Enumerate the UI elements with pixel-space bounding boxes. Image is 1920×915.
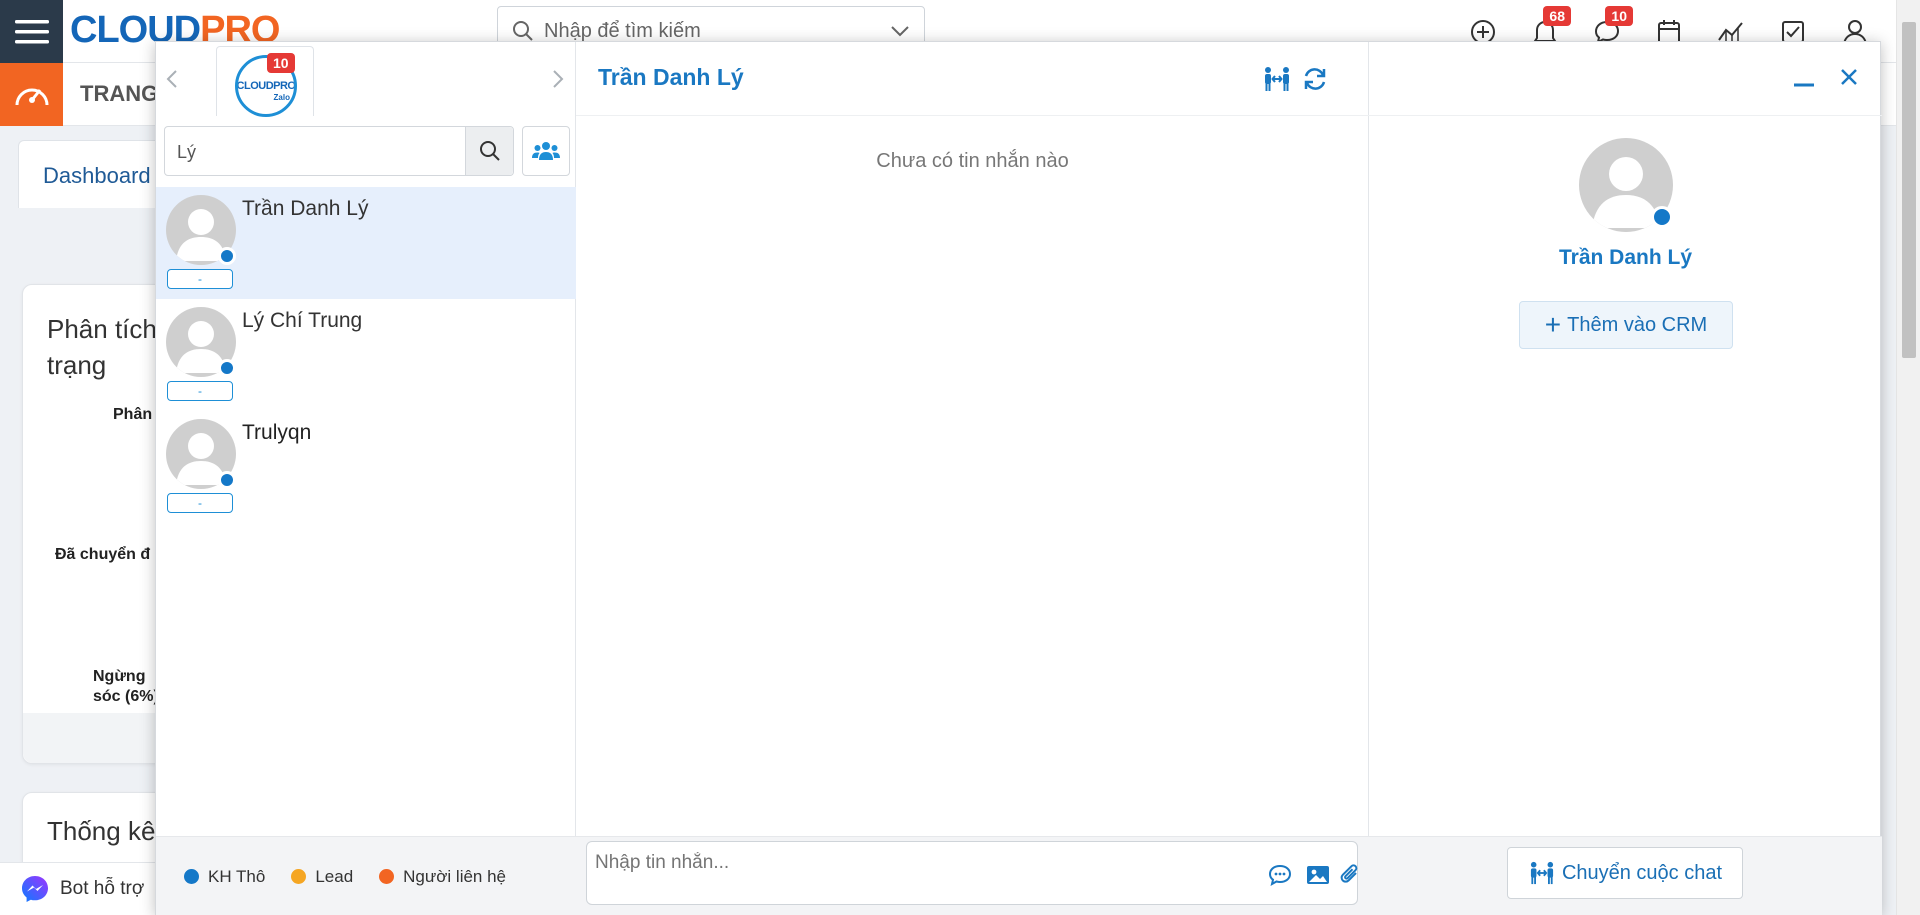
empty-conversation-text: Chưa có tin nhắn nào	[876, 150, 1069, 172]
search-placeholder: Nhập để tìm kiếm	[544, 19, 701, 42]
plus-icon: +	[1544, 309, 1562, 340]
conversation-panel: Trần Danh Lý Chưa có tin nhắn nào	[576, 42, 1369, 915]
legend-dot	[379, 869, 395, 884]
contact-name: Trulyqn	[242, 421, 312, 444]
refresh-icon[interactable]	[1300, 64, 1330, 94]
profile-footer: Chuyển cuộc chat	[1369, 836, 1882, 915]
page-scrollbar[interactable]	[1896, 0, 1920, 915]
support-bot-label: Bot hỗ trợ	[60, 878, 145, 899]
search-icon	[479, 141, 500, 161]
composer-area	[576, 836, 1369, 915]
chevron-down-icon[interactable]	[890, 25, 910, 37]
contact-search-input[interactable]	[177, 139, 447, 165]
legend-item: KH Thô	[184, 867, 265, 887]
chat-bubble-icon[interactable]	[1267, 862, 1293, 888]
image-icon[interactable]	[1305, 862, 1331, 888]
users-icon	[532, 142, 560, 160]
contact-tag: -	[167, 269, 233, 289]
contact-search-button[interactable]	[465, 127, 513, 175]
zalo-account-tab[interactable]: CLOUDPRO Zalo 10	[216, 46, 314, 117]
contact-item[interactable]: - Lý Chí Trung	[156, 299, 576, 411]
analysis-card-title: Phân tích trạng	[47, 314, 157, 380]
message-composer	[586, 841, 1358, 905]
transfer-users-icon	[1530, 861, 1554, 885]
account-unread-badge: 10	[267, 53, 295, 73]
contact-name: Trần Danh Lý	[242, 197, 369, 220]
support-bot-bar[interactable]: Bot hỗ trợ	[0, 862, 160, 915]
online-status-dot	[218, 247, 236, 265]
minimize-icon[interactable]	[1789, 62, 1819, 92]
contact-search-field	[164, 126, 514, 176]
conversation-list-panel: CLOUDPRO Zalo 10 - Tr	[156, 42, 576, 915]
module-title: TRANG	[80, 81, 159, 106]
chevron-left-icon[interactable]	[160, 66, 184, 92]
search-icon	[513, 21, 533, 41]
messenger-icon	[22, 876, 48, 902]
online-status-dot	[218, 471, 236, 489]
contact-list: - Trần Danh Lý - Lý Chí Trung - Trulyqn	[156, 187, 576, 523]
contact-tag: -	[167, 381, 233, 401]
notification-badge: 68	[1543, 6, 1571, 26]
menu-icon[interactable]	[0, 0, 63, 63]
chart-label: Ngừng sóc (6%)	[93, 668, 159, 705]
contact-name: Lý Chí Trung	[242, 309, 363, 332]
zalo-chat-window: CLOUDPRO Zalo 10 - Tr	[155, 41, 1882, 915]
transfer-chat-button[interactable]: Chuyển cuộc chat	[1507, 847, 1743, 899]
account-strip: CLOUDPRO Zalo 10	[156, 42, 576, 117]
dashboard-speedometer-icon[interactable]	[0, 63, 63, 126]
chart-label: Đã chuyển đ	[55, 546, 151, 563]
scrollbar-thumb[interactable]	[1902, 22, 1916, 358]
group-users-button[interactable]	[522, 126, 570, 176]
close-icon[interactable]	[1834, 62, 1864, 92]
add-to-crm-button[interactable]: + Thêm vào CRM	[1519, 301, 1733, 349]
legend-item: Lead	[291, 867, 353, 887]
message-input[interactable]	[595, 850, 1195, 876]
assign-users-icon[interactable]	[1262, 64, 1292, 94]
profile-name: Trần Danh Lý	[1558, 246, 1693, 269]
contact-item[interactable]: - Trulyqn	[156, 411, 576, 523]
chevron-right-icon[interactable]	[546, 66, 570, 92]
legend-item: Người liên hệ	[379, 867, 506, 887]
customer-type-legend: KH Thô Lead Người liên hệ	[156, 836, 576, 915]
conversation-header: Trần Danh Lý	[576, 42, 1369, 116]
contact-profile-panel: Trần Danh Lý + Thêm vào CRM Chuyển cuộc c…	[1369, 42, 1882, 915]
online-status-dot	[1651, 206, 1673, 228]
paperclip-icon[interactable]	[1337, 862, 1363, 888]
conversation-title: Trần Danh Lý	[598, 64, 744, 90]
contact-item[interactable]: - Trần Danh Lý	[156, 187, 576, 299]
message-badge: 10	[1605, 6, 1633, 26]
statistics-card-title: Thống kê	[47, 816, 156, 846]
legend-dot	[291, 869, 307, 884]
legend-dot	[184, 869, 199, 884]
contact-search-row	[164, 126, 570, 176]
profile-header	[1369, 42, 1882, 116]
contact-tag: -	[167, 493, 233, 513]
chart-label: Phân	[113, 406, 153, 423]
online-status-dot	[218, 359, 236, 377]
